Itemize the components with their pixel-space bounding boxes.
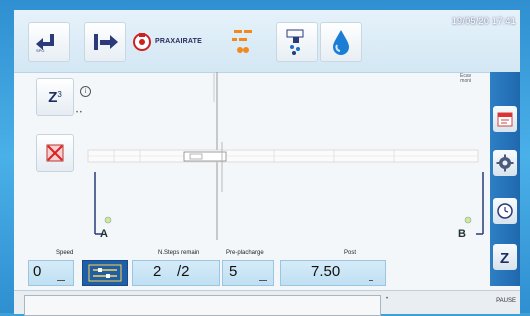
preplace-label: Pre-placharge [226, 250, 264, 256]
z-axis-button[interactable]: Z 3 [36, 78, 74, 116]
pressure-button[interactable] [222, 22, 262, 60]
top-toolbar: 19/05/20 17:41 SPG PRAXAIRATE [14, 10, 520, 73]
carriage [183, 151, 227, 162]
water-drop-icon [333, 30, 349, 55]
right-small-label: Ecav moni [460, 73, 472, 84]
cross-icon [46, 144, 64, 162]
exit-arrow-icon [94, 34, 118, 50]
post-value: 7.50 [311, 263, 341, 280]
exit-button[interactable] [84, 22, 126, 62]
machine-canvas [87, 72, 484, 240]
marker-b: B [458, 228, 466, 240]
screen: 19/05/20 17:41 SPG PRAXAIRATE Z 3 i • • … [14, 10, 520, 316]
steps-total: /2 [177, 263, 190, 280]
steps-label: N.Steps remain [158, 250, 200, 256]
timer-button[interactable] [493, 198, 517, 224]
water-button[interactable] [320, 22, 362, 62]
post-label: Post [344, 250, 357, 256]
z-sub: 3 [57, 89, 62, 99]
logo-text: PRAXAIRATE [155, 37, 202, 45]
dosing-button[interactable] [276, 22, 318, 62]
pressure-icon [232, 30, 252, 53]
steps-value: 2 [153, 263, 162, 280]
speed-label: Speed [56, 250, 74, 256]
return-button[interactable]: SPG [28, 22, 70, 62]
brand-logo: PRAXAIRATE [132, 28, 210, 54]
z-label: Z [48, 88, 58, 106]
dosing-icon [286, 29, 304, 55]
brand-logo-icon [133, 33, 151, 51]
z-button[interactable]: Z [493, 244, 517, 270]
speed-field[interactable]: 0 [28, 260, 74, 286]
marker-a: A [100, 228, 108, 240]
settings-button[interactable] [493, 150, 517, 176]
steps-field: 2 /2 [132, 260, 220, 286]
cancel-button[interactable] [36, 134, 74, 172]
preplace-value: 5 [229, 263, 238, 280]
return-arrow-icon: SPG [36, 34, 54, 53]
svg-text:SPG: SPG [36, 48, 44, 53]
right-sidebar: Z [490, 72, 520, 286]
preplace-field[interactable]: 5 [222, 260, 274, 286]
toggle-button[interactable] [82, 260, 128, 286]
lines-toggle-icon [88, 264, 122, 282]
pause-status: PAUSE [496, 298, 516, 304]
speed-value: 0 [33, 263, 42, 280]
gear-icon [496, 154, 514, 172]
z-icon: Z [500, 250, 509, 266]
datetime: 19/05/20 17:41 [451, 16, 516, 26]
footer-tick: • [386, 296, 389, 302]
calendar-icon [497, 112, 513, 127]
svg-text:Z: Z [500, 250, 509, 266]
calendar-button[interactable] [493, 106, 517, 132]
clock-icon [497, 203, 513, 219]
footer-bar: • PAUSE [14, 290, 520, 316]
post-field[interactable]: 7.50 [280, 260, 386, 286]
